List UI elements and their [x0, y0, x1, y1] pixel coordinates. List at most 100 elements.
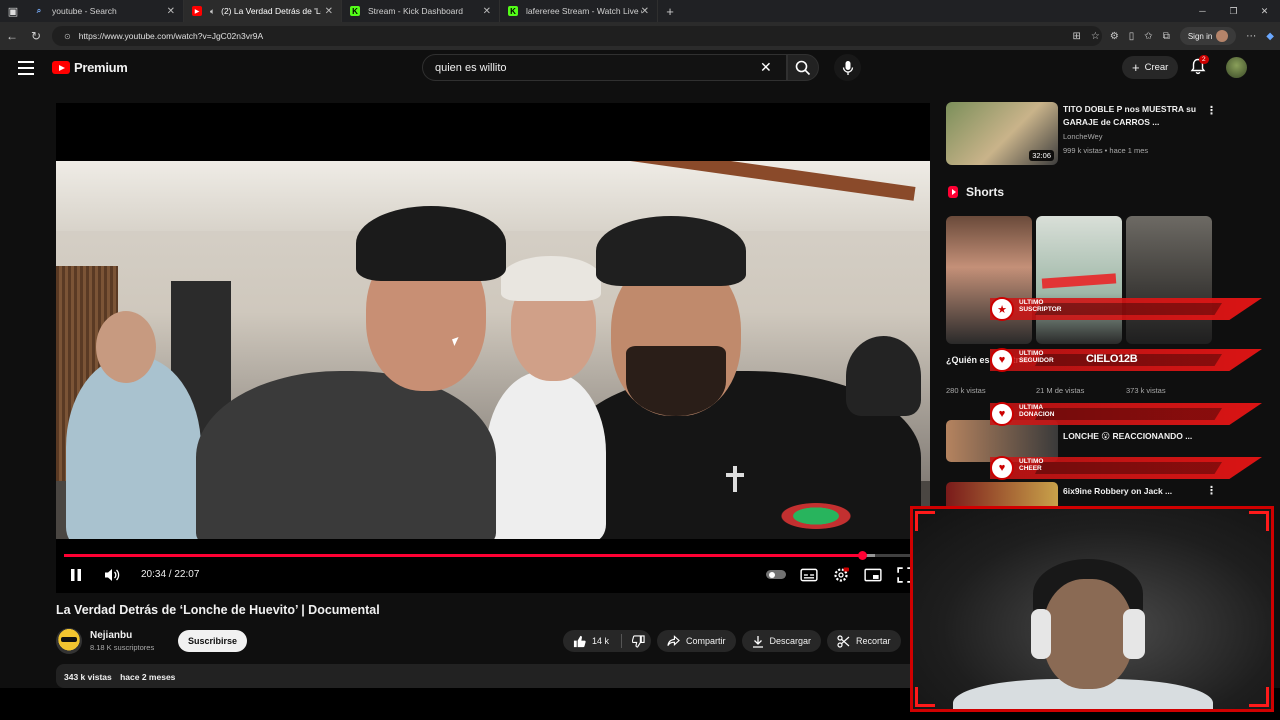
browser-tab-strip: ▣ ⌕ youtube - Search ✕ ▶ 🔈︎ (2) La Verda… [0, 0, 1280, 22]
heart-icon: ♥ [990, 456, 1014, 480]
alert-label: ULTIMO CHEER [1019, 458, 1043, 473]
more-actions-icon[interactable]: ⋮ [1206, 484, 1217, 497]
youtube-premium-logo[interactable]: Premium [52, 60, 128, 75]
browser-tab[interactable]: K Stream - Kick Dashboard ✕ [342, 0, 500, 22]
short-thumbnail[interactable] [1126, 216, 1212, 344]
volume-icon[interactable] [104, 568, 120, 582]
tab-title: lafereree Stream - Watch Live on [526, 6, 642, 16]
browser-tab-active[interactable]: ▶ 🔈︎ (2) La Verdad Detrás de 'Lon ✕ [184, 0, 342, 22]
seek-bar[interactable] [64, 551, 922, 560]
account-avatar[interactable] [1226, 57, 1247, 78]
thumbs-down-icon[interactable] [632, 634, 645, 648]
headphones-icon [1031, 609, 1051, 659]
address-bar-row: ← ↻ ⊙ https://www.youtube.com/watch?v=Jg… [0, 22, 1280, 50]
notifications-button[interactable]: 2 [1190, 55, 1209, 76]
voice-search-button[interactable] [834, 54, 861, 81]
window-controls: ─ ❐ ✕ [1187, 0, 1280, 22]
create-button[interactable]: + Crear [1122, 56, 1179, 79]
alert-label-line: DONACION [1019, 411, 1055, 419]
video-person-far-right-head [846, 336, 921, 416]
miniplayer-icon[interactable] [864, 567, 882, 583]
favorites-icon[interactable]: ✩ [1144, 31, 1152, 42]
like-dislike-divider [621, 634, 623, 648]
menu-icon[interactable] [18, 61, 34, 75]
channel-avatar[interactable] [56, 628, 82, 654]
description-box[interactable]: 343 k vistas hace 2 meses [56, 664, 930, 688]
alert-label-line: ULTIMO [1019, 350, 1044, 357]
close-tab-icon[interactable]: ✕ [325, 6, 333, 17]
restore-icon[interactable]: ❐ [1218, 0, 1249, 22]
short-thumbnail[interactable] [1036, 216, 1122, 344]
recommended-title[interactable]: LONCHE 😮 REACCIONANDO ... [1063, 430, 1213, 443]
microphone-icon [842, 60, 853, 75]
back-icon[interactable]: ← [0, 29, 24, 43]
video-person-main-body [196, 371, 496, 539]
publish-date: hace 2 meses [120, 672, 176, 682]
recommended-title[interactable]: TITO DOBLE P nos MUESTRA su GARAJE de CA… [1063, 103, 1203, 129]
channel-name[interactable]: Nejianbu [90, 630, 154, 641]
new-tab-icon[interactable]: + [658, 4, 682, 19]
collections-icon[interactable]: ⧉ [1163, 31, 1170, 42]
recommended-video[interactable]: 32:06 TITO DOBLE P nos MUESTRA su GARAJE… [946, 102, 1226, 168]
reload-icon[interactable]: ↻ [24, 29, 48, 43]
download-button[interactable]: Descargar [741, 630, 822, 652]
logo-wordmark: Premium [74, 60, 128, 75]
tab-actions-menu-icon[interactable]: ▣ [0, 0, 26, 22]
url-text: https://www.youtube.com/watch?v=JgC02n3v… [78, 31, 264, 41]
alert-label-line: CHEER [1019, 465, 1042, 473]
sign-in-button[interactable]: Sign in [1179, 27, 1237, 45]
share-label: Compartir [686, 636, 726, 646]
recommended-title[interactable]: 6ix9ine Robbery on Jack ... [1063, 485, 1213, 498]
settings-gear-icon[interactable] [832, 567, 850, 583]
close-tab-icon[interactable]: ✕ [483, 6, 491, 17]
video-frame[interactable] [56, 161, 930, 539]
copilot-icon[interactable]: ◆ [1266, 31, 1274, 42]
split-screen-icon[interactable]: ▯ [1129, 31, 1135, 42]
share-button[interactable]: Compartir [657, 630, 736, 652]
download-icon [752, 635, 763, 648]
close-tab-icon[interactable]: ✕ [167, 6, 175, 17]
more-actions-icon[interactable]: ⋮ [1206, 104, 1217, 117]
more-options-icon[interactable]: ⋯ [1246, 31, 1256, 42]
share-icon [667, 635, 680, 646]
scrubber-handle[interactable] [857, 551, 867, 560]
thumbs-up-icon [573, 635, 586, 647]
heart-icon: ♥ [990, 402, 1014, 426]
url-field[interactable]: ⊙ https://www.youtube.com/watch?v=JgC02n… [52, 26, 1102, 46]
minimize-icon[interactable]: ─ [1187, 0, 1218, 22]
last-donation-alert: ♥ ULTIMA DONACION [990, 398, 1275, 428]
star-icon: ★ [990, 297, 1014, 321]
recommended-thumbnail[interactable]: 32:06 [946, 102, 1058, 165]
search-query-text: quien es willito [435, 61, 507, 74]
shorts-label: Shorts [966, 185, 1005, 199]
subtitles-icon[interactable] [800, 567, 818, 583]
speaker-icon[interactable]: 🔈︎ [210, 6, 215, 17]
last-follower-alert: ♥ ULTIMO SEGUIDOR CIELO12B [990, 344, 1275, 374]
video-player[interactable]: 20:34 / 22:07 [56, 103, 930, 593]
browser-tab[interactable]: K lafereree Stream - Watch Live on ✕ [500, 0, 658, 22]
frame-corner [1249, 687, 1269, 707]
site-info-icon[interactable]: ⊙ [64, 32, 71, 41]
subscribe-button[interactable]: Suscribirse [178, 630, 248, 652]
clip-button[interactable]: Recortar [827, 630, 901, 652]
cross-pendant [726, 466, 744, 492]
video-person-middle-body [486, 371, 606, 539]
like-button[interactable]: 14 k [563, 630, 652, 652]
scissors-icon [837, 634, 850, 648]
shorts-icon [948, 186, 958, 198]
search-button[interactable] [787, 54, 819, 81]
short-thumbnail[interactable] [946, 216, 1032, 344]
favorite-star-icon[interactable]: ☆ [1091, 31, 1100, 42]
youtube-logo-icon [52, 61, 70, 74]
app-available-icon[interactable]: ⊞ [1072, 31, 1080, 42]
extensions-icon[interactable]: ⚙︎ [1110, 31, 1119, 42]
browser-tab[interactable]: ⌕ youtube - Search ✕ [26, 0, 184, 22]
video-duration: 32:06 [1029, 150, 1054, 161]
search-input[interactable]: quien es willito [422, 54, 787, 81]
close-window-icon[interactable]: ✕ [1249, 0, 1280, 22]
pause-icon[interactable] [70, 568, 82, 582]
close-tab-icon[interactable]: ✕ [641, 6, 649, 17]
autoplay-toggle[interactable] [766, 570, 786, 579]
recommended-channel[interactable]: LoncheWey [1063, 132, 1102, 141]
clear-search-icon[interactable]: ✕ [760, 59, 772, 76]
